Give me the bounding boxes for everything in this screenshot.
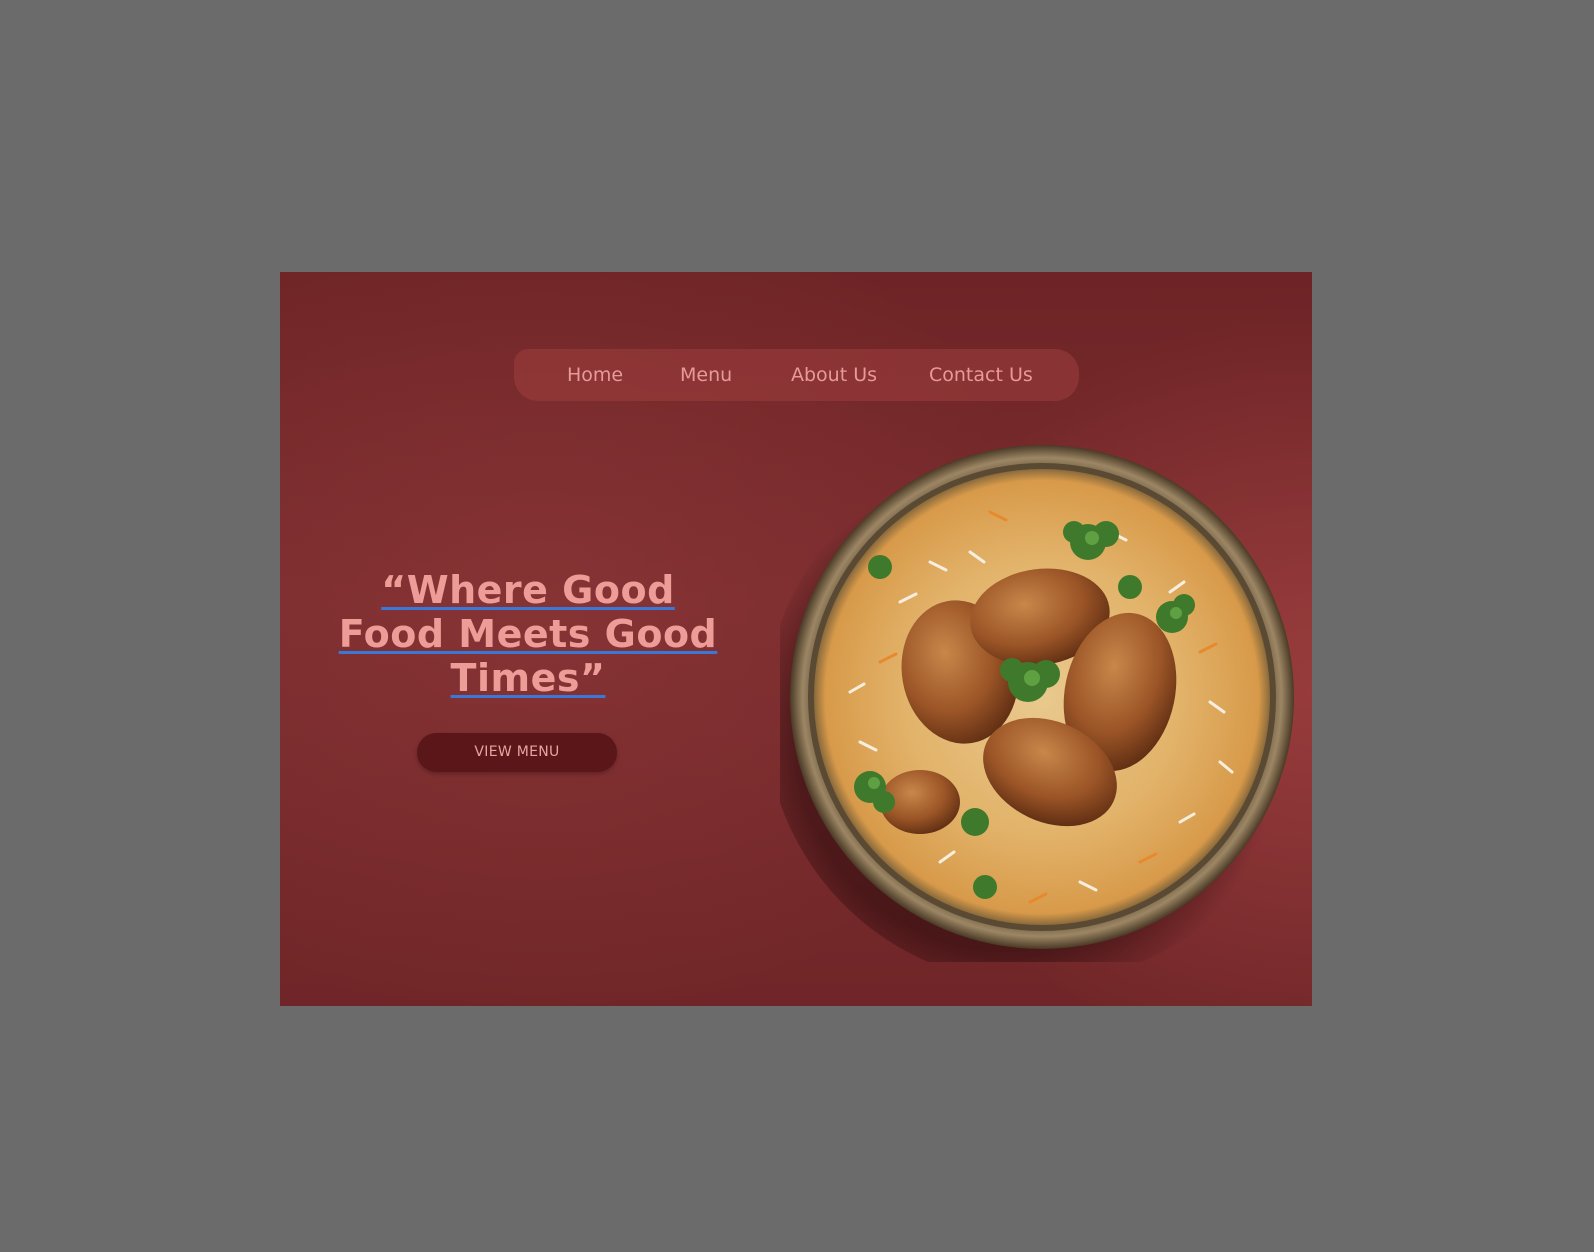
- headline-line-1: “Where Good: [381, 568, 675, 612]
- headline-line-3: Times”: [450, 656, 606, 700]
- nav-item-contact-us[interactable]: Contact Us: [929, 349, 1033, 401]
- biryani-plate-illustration: [780, 444, 1300, 962]
- nav-item-home[interactable]: Home: [567, 349, 623, 401]
- biryani-plate-image: [780, 442, 1300, 962]
- main-navigation: Home Menu About Us Contact Us: [514, 349, 1079, 401]
- view-menu-button[interactable]: VIEW MENU: [417, 733, 617, 772]
- nav-item-menu[interactable]: Menu: [680, 349, 732, 401]
- headline-line-2: Food Meets Good: [338, 612, 718, 656]
- nav-item-about-us[interactable]: About Us: [791, 349, 877, 401]
- hero-section: Home Menu About Us Contact Us “Where Goo…: [280, 272, 1312, 1006]
- hero-headline: “Where Good Food Meets Good Times”: [328, 568, 728, 700]
